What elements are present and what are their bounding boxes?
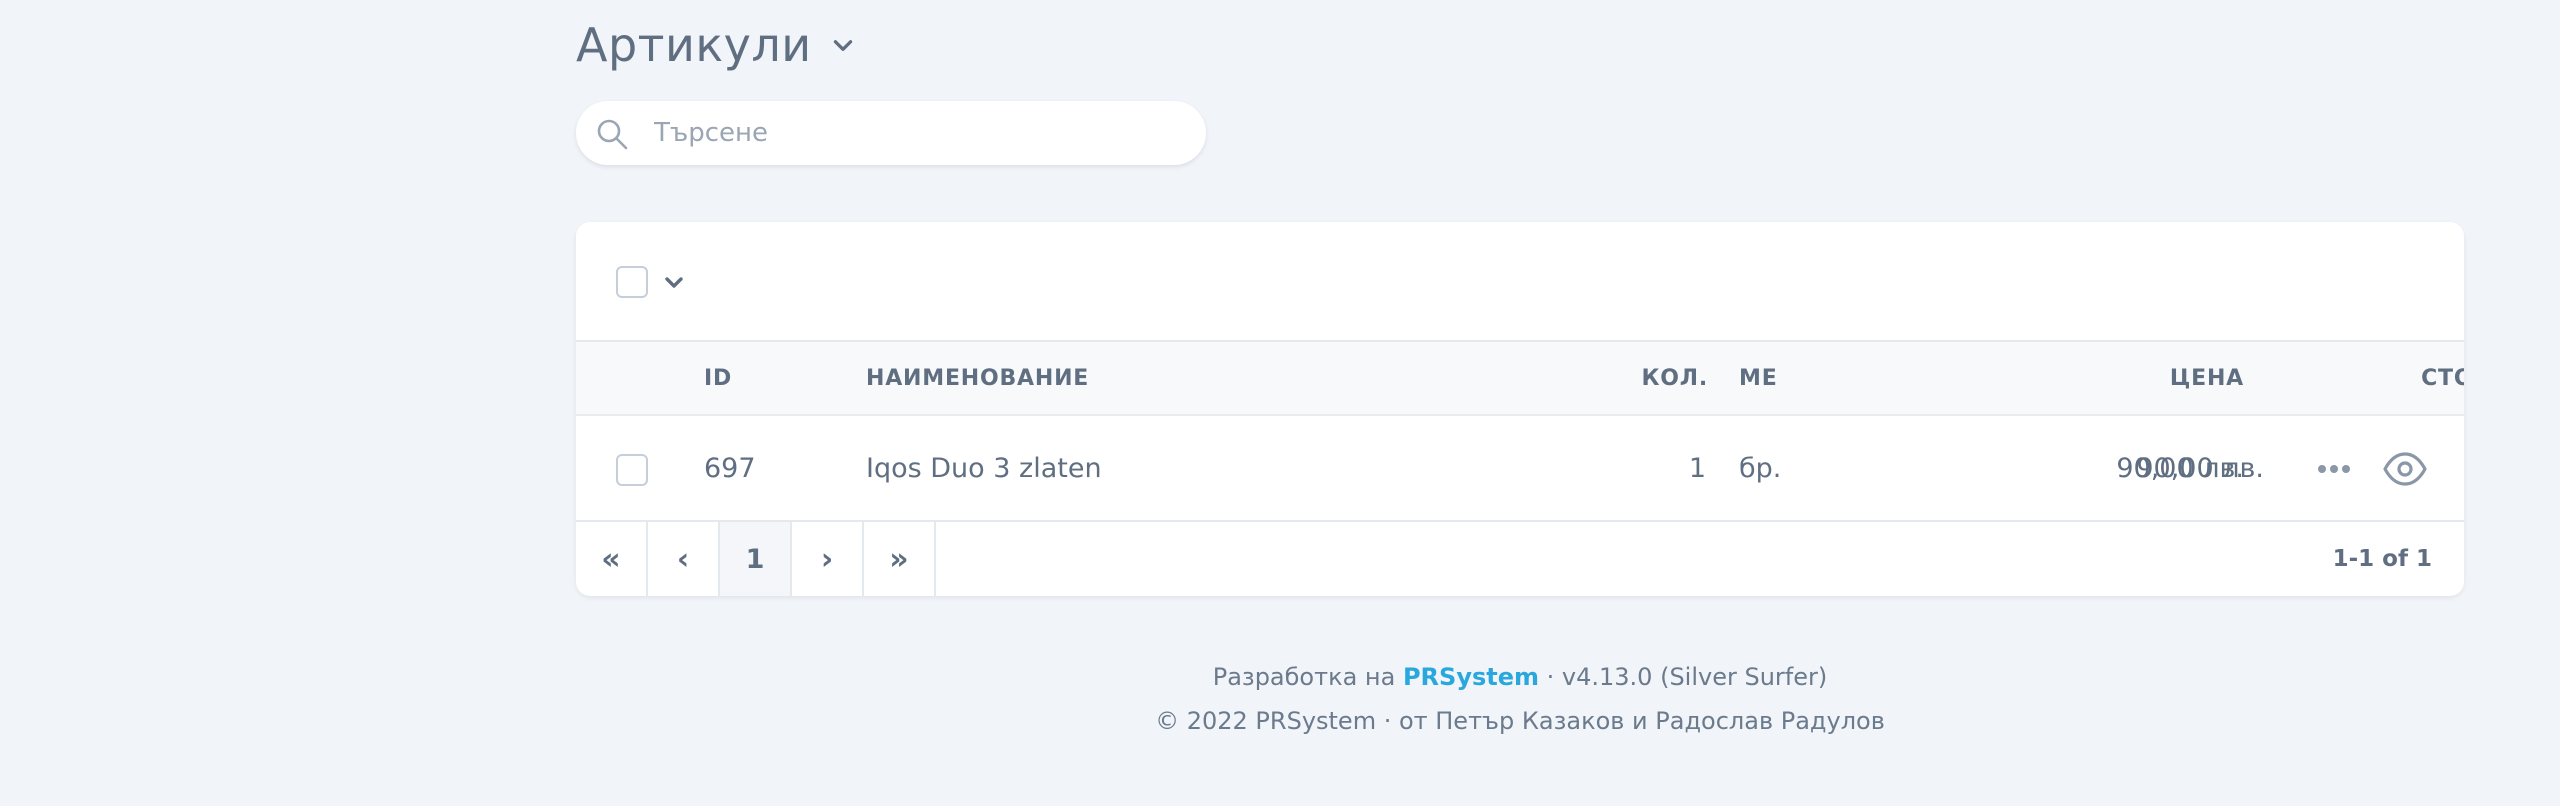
column-header-value[interactable]: СТОЙНОСТ [2276,342,2464,416]
view-eye-icon[interactable] [2382,448,2428,490]
page-title: Артикули [576,18,812,72]
first-page-button[interactable]: « [576,522,648,596]
select-menu-chevron-icon[interactable] [662,270,686,294]
page-heading: Артикули [576,14,856,76]
last-page-button[interactable]: » [864,522,936,596]
column-header-price[interactable]: ЦЕНА [1876,342,2244,416]
previous-page-button[interactable]: ‹ [648,522,720,596]
footer-copyright: © 2022 PRSystem · от Петър Казаков и Рад… [1155,707,1885,735]
column-header-unit[interactable]: МЕ [1739,342,1778,416]
search-icon [597,119,628,150]
next-page-button[interactable]: › [792,522,864,596]
footer-version: · v4.13.0 (Silver Surfer) [1546,663,1828,691]
table-header: ID НАИМЕНОВАНИЕ КОЛ. МЕ ЦЕНА СТОЙНОСТ [576,342,2464,416]
table-toolbar [576,222,2464,342]
brand-link[interactable]: PRSystem [1403,663,1539,691]
column-header-qty[interactable]: КОЛ. [1576,342,1708,416]
cell-qty: 1 [1688,453,1706,484]
pagination: « ‹ 1 › » 1-1 of 1 [576,522,2464,596]
pagination-info: 1-1 of 1 [2332,546,2432,572]
column-header-id[interactable]: ID [704,342,732,416]
column-header-name[interactable]: НАИМЕНОВАНИЕ [866,342,1089,416]
footer-credits: Разработка на PRSystem · v4.13.0 (Silver… [576,663,2464,691]
footer-made-by: Разработка на [1212,663,1396,691]
title-dropdown-chevron-icon[interactable] [830,32,856,58]
cell-id: 697 [704,453,756,484]
resource-table-card: ID НАИМЕНОВАНИЕ КОЛ. МЕ ЦЕНА СТОЙНОСТ 69… [576,222,2464,596]
search-input[interactable] [654,101,1184,165]
cell-name: Iqos Duo 3 zlaten [866,453,1102,484]
page-1-button[interactable]: 1 [720,522,792,596]
more-actions-icon[interactable] [2314,456,2354,482]
table-row[interactable]: 697 Iqos Duo 3 zlaten 1 бр. 90,00 лв. 90… [576,416,2464,522]
cell-value: 90,00 лв. [2136,453,2264,484]
select-all-checkbox[interactable] [616,266,648,298]
row-checkbox[interactable] [616,454,648,486]
cell-unit: бр. [1739,453,1782,484]
search-bar [576,101,1206,165]
page: Артикули ID НАИМЕНОВАНИЕ КОЛ. МЕ ЦЕНА СТ… [0,0,2560,806]
